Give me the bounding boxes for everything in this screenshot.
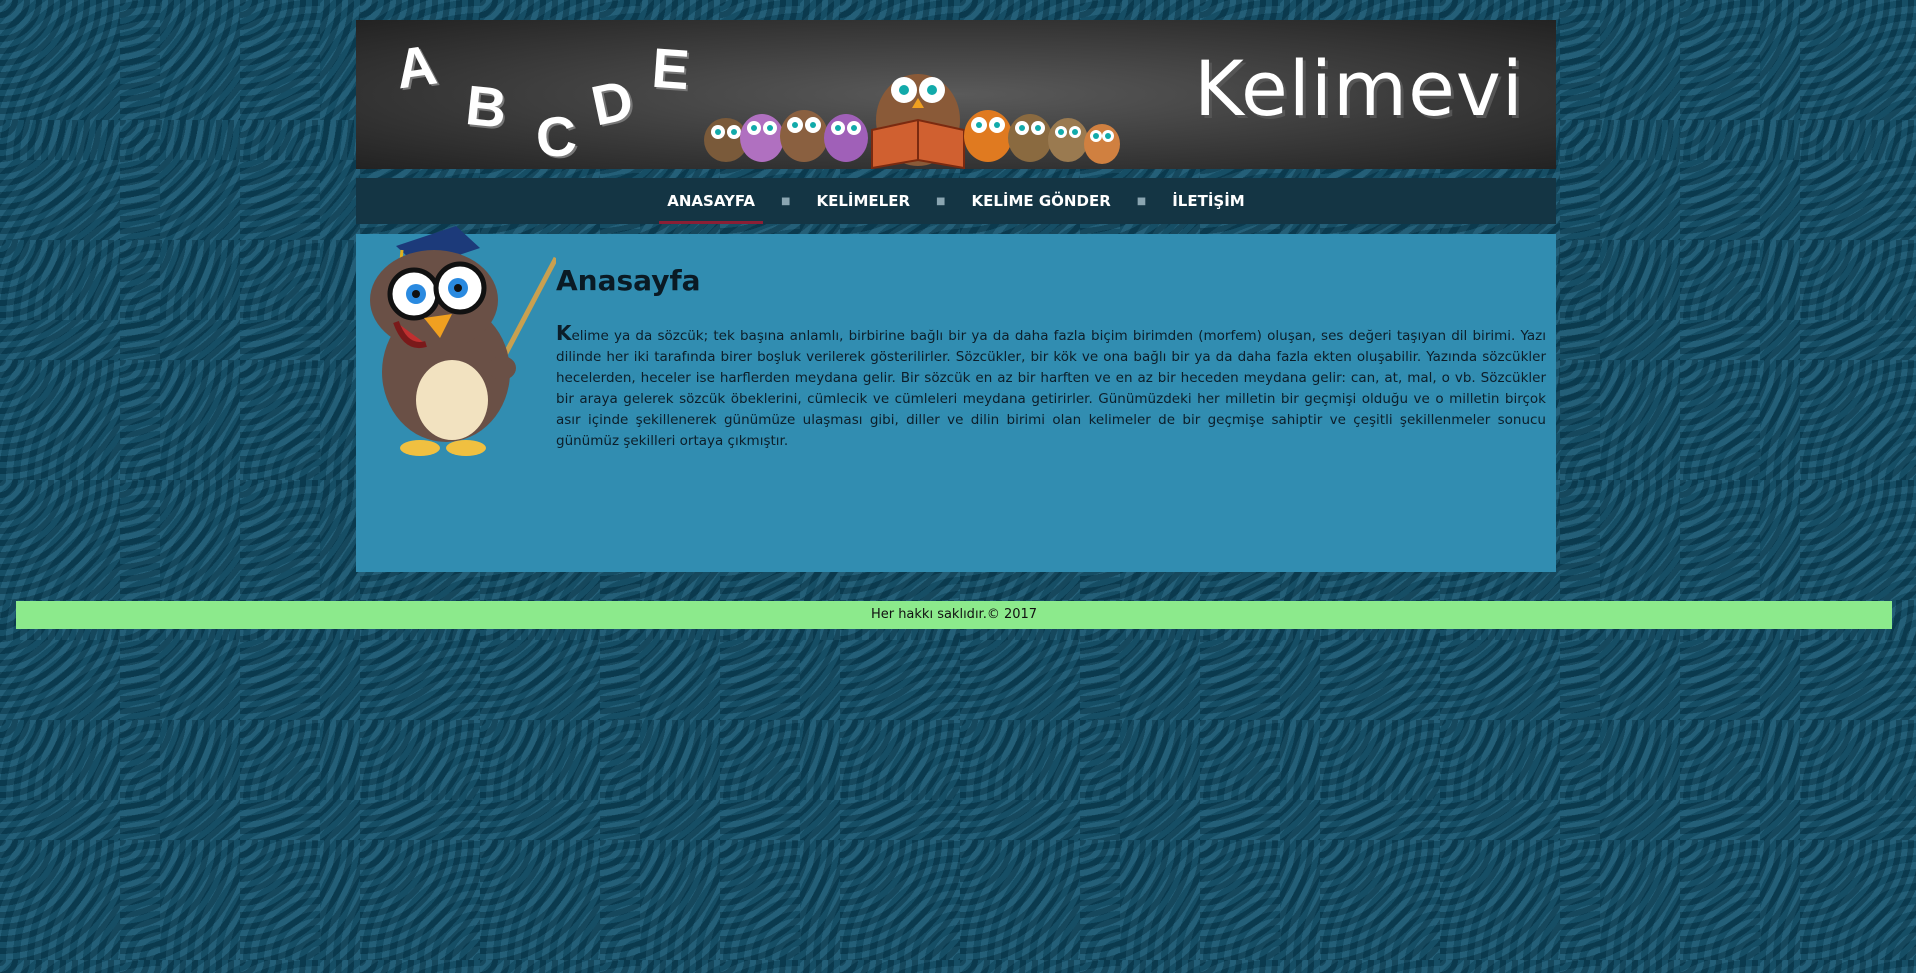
main-nav: ANASAYFA ■ KELİMELER ■ KELİME GÖNDER ■ İ… xyxy=(356,178,1556,224)
nav-item-anasayfa[interactable]: ANASAYFA xyxy=(651,178,771,224)
site-logo-text[interactable]: Kelimevi xyxy=(1194,44,1524,133)
nav-separator: ■ xyxy=(936,195,946,207)
nav-item-iletisim[interactable]: İLETİŞİM xyxy=(1156,178,1261,224)
footer-bar: Her hakkı saklıdır.© 2017 xyxy=(16,601,1892,629)
letter-a: A xyxy=(391,32,441,101)
nav-item-kelime-gonder[interactable]: KELİME GÖNDER xyxy=(955,178,1126,224)
teacher-owl-mascot xyxy=(370,226,556,456)
letter-e: E xyxy=(649,35,692,102)
letter-d: D xyxy=(585,67,639,138)
intro-text: elime ya da sözcük; tek başına anlamlı, … xyxy=(556,328,1546,449)
intro-paragraph: Kelime ya da sözcük; tek başına anlamlı,… xyxy=(556,323,1546,452)
header-banner: A B C D E Kelimevi xyxy=(356,20,1556,169)
owls-illustration xyxy=(704,74,1120,169)
nav-separator: ■ xyxy=(781,195,791,207)
letter-b: B xyxy=(462,73,510,140)
drop-cap-letter: K xyxy=(556,321,572,345)
page-title: Anasayfa xyxy=(556,264,701,297)
nav-separator: ■ xyxy=(1136,195,1147,207)
nav-item-kelimeler[interactable]: KELİMELER xyxy=(800,178,926,224)
copyright-text: Her hakkı saklıdır.© 2017 xyxy=(870,607,1038,622)
main-content: Anasayfa Kelime ya da sözcük; tek başına… xyxy=(356,226,1556,572)
letter-c: C xyxy=(533,103,579,169)
